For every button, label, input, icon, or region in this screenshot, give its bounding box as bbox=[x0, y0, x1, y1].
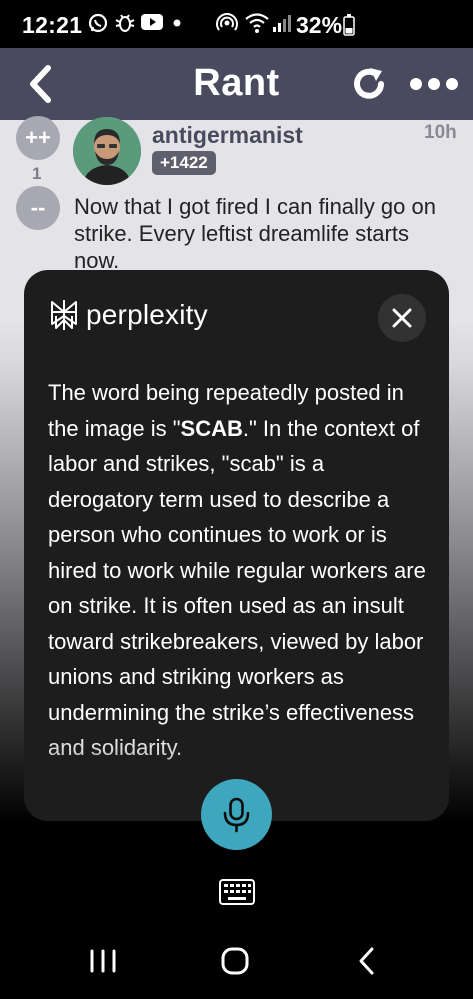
microphone-icon bbox=[223, 797, 250, 833]
battery-percent: 32% bbox=[296, 12, 343, 38]
hotspot-icon bbox=[216, 13, 238, 31]
perplexity-answer-card: perplexity The word being repeatedly pos… bbox=[24, 270, 449, 821]
post-time: 10h bbox=[424, 122, 457, 143]
refresh-icon[interactable] bbox=[349, 64, 389, 104]
perplexity-logo-icon bbox=[51, 300, 77, 330]
answer-highlight: SCAB bbox=[180, 415, 243, 441]
youtube-icon bbox=[141, 14, 163, 30]
more-dots-icon[interactable] bbox=[409, 74, 459, 94]
post-text[interactable]: Now that I got fired I can finally go on… bbox=[74, 193, 454, 274]
post-username[interactable]: antigermanist bbox=[152, 122, 303, 149]
wifi-icon bbox=[245, 13, 269, 33]
avatar[interactable] bbox=[73, 117, 141, 185]
battery-icon bbox=[343, 14, 355, 36]
home-icon[interactable] bbox=[219, 945, 251, 977]
user-score-badge: +1422 bbox=[152, 151, 216, 175]
answer-text: The word being repeatedly posted in the … bbox=[48, 375, 426, 766]
recent-apps-icon[interactable] bbox=[88, 945, 118, 977]
upvote-button[interactable]: ++ bbox=[16, 116, 60, 160]
perplexity-wordmark: perplexity bbox=[86, 299, 208, 330]
bug-icon bbox=[115, 14, 135, 32]
voice-input-button[interactable] bbox=[201, 779, 272, 850]
close-button[interactable] bbox=[378, 294, 426, 342]
status-bar: 12:21 32% bbox=[0, 0, 473, 48]
close-icon bbox=[392, 308, 412, 328]
avatar-image bbox=[73, 117, 141, 185]
downvote-button[interactable]: -- bbox=[16, 186, 60, 230]
whatsapp-icon bbox=[88, 13, 108, 33]
status-time: 12:21 bbox=[22, 12, 83, 38]
back-nav-icon[interactable] bbox=[356, 945, 378, 977]
answer-text-part2: ." In the context of labor and strikes, … bbox=[48, 415, 426, 761]
signal-icon bbox=[273, 15, 291, 32]
perplexity-brand: perplexity bbox=[48, 298, 208, 332]
keyboard-icon[interactable] bbox=[219, 879, 255, 905]
app-title: Rant bbox=[193, 62, 280, 104]
app-bar: Rant bbox=[0, 48, 473, 120]
vote-count: 1 bbox=[32, 164, 42, 183]
dot-icon bbox=[173, 19, 181, 27]
